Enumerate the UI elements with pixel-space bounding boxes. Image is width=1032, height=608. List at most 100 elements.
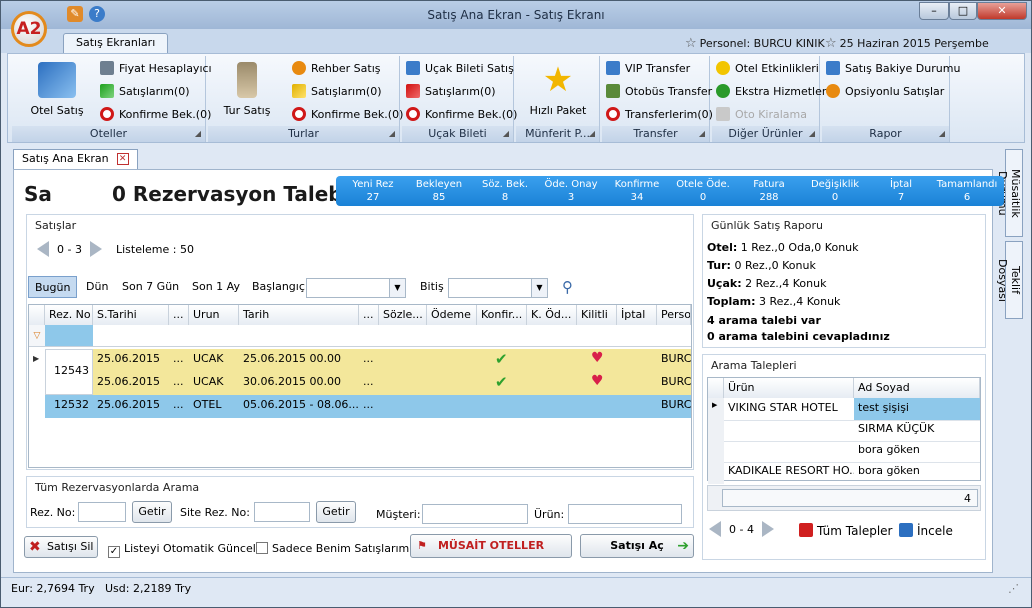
musait-oteller-button[interactable]: ⚑ MÜSAİT OTELLER bbox=[410, 534, 572, 558]
side-tab-teklif[interactable]: Teklif Dosyası bbox=[996, 241, 1023, 319]
satis-bakiye-button[interactable]: Satış Bakiye Durumu bbox=[826, 58, 960, 78]
side-tab-musaitlik[interactable]: Müsaitlik Durumu bbox=[996, 149, 1023, 237]
stat-badge[interactable]: Fatura 288 bbox=[732, 176, 806, 206]
req-urun[interactable]: VIKING STAR HOTEL bbox=[724, 398, 854, 421]
transferlerim-button[interactable]: Transferlerim(0) bbox=[606, 104, 713, 124]
col-urun[interactable]: Ürün bbox=[724, 378, 854, 398]
ucak-bileti-satis-button[interactable]: Uçak Bileti Satış bbox=[406, 58, 514, 78]
getir-button[interactable]: Getir bbox=[132, 501, 172, 523]
dialog-launcher-icon[interactable]: ◢ bbox=[195, 126, 201, 142]
close-button[interactable]: ✕ bbox=[977, 2, 1027, 20]
delete-sale-button[interactable]: ✖ Satışı Sil bbox=[24, 536, 98, 558]
musteri-input[interactable] bbox=[422, 504, 528, 524]
req-urun[interactable]: KADIKALE RESORT HO... bbox=[724, 461, 854, 484]
stat-badge[interactable]: Tamamlandı 6 bbox=[930, 176, 1004, 206]
col-header[interactable]: İptal bbox=[617, 305, 657, 325]
hizli-paket-button[interactable]: ★ Hızlı Paket bbox=[520, 60, 596, 117]
ucak-konfirme-button[interactable]: Konfirme Bek.(0) bbox=[406, 104, 517, 124]
dialog-launcher-icon[interactable]: ◢ bbox=[939, 126, 945, 142]
req-adsoyad[interactable]: bora göken bbox=[854, 440, 980, 463]
filter-son1ay[interactable]: Son 1 Ay bbox=[186, 276, 246, 298]
tur-konfirme-button[interactable]: Konfirme Bek.(0) bbox=[292, 104, 403, 124]
next-page-icon[interactable] bbox=[761, 521, 774, 537]
req-adsoyad[interactable]: bora göken bbox=[854, 461, 980, 484]
col-header[interactable]: Perso bbox=[657, 305, 691, 325]
otel-etkinlikleri-button[interactable]: Otel Etkinlikleri bbox=[716, 58, 819, 78]
prev-page-icon[interactable] bbox=[709, 521, 721, 537]
col-header[interactable]: Konfir... bbox=[477, 305, 527, 325]
ucak-satislarim-button[interactable]: Satışlarım(0) bbox=[406, 81, 496, 101]
opsiyonlu-satislar-button[interactable]: Opsiyonlu Satışlar bbox=[826, 81, 944, 101]
stat-badge[interactable]: Bekleyen 85 bbox=[402, 176, 476, 206]
start-date-combo[interactable]: ▼ bbox=[306, 278, 406, 298]
dialog-launcher-icon[interactable]: ◢ bbox=[809, 126, 815, 142]
tur-satis-button[interactable]: Tur Satış bbox=[212, 60, 282, 117]
otel-satis-button[interactable]: Otel Satış bbox=[16, 60, 98, 117]
col-header[interactable]: K. Öd... bbox=[527, 305, 577, 325]
rehber-satis-button[interactable]: Rehber Satış bbox=[292, 58, 380, 78]
col-header[interactable]: Sözle... bbox=[379, 305, 427, 325]
next-page-icon[interactable] bbox=[89, 241, 102, 257]
dialog-launcher-icon[interactable]: ◢ bbox=[503, 126, 509, 142]
col-header[interactable]: Rez. No bbox=[45, 305, 93, 325]
minimize-button[interactable]: – bbox=[919, 2, 949, 20]
urun-input[interactable] bbox=[568, 504, 682, 524]
col-header[interactable]: ... bbox=[359, 305, 379, 325]
fiyat-hesaplayici-button[interactable]: Fiyat Hesaplayıcı bbox=[100, 58, 212, 78]
dialog-launcher-icon[interactable]: ◢ bbox=[389, 126, 395, 142]
filter-bugun[interactable]: Bugün bbox=[28, 276, 78, 298]
col-header[interactable]: S.Tarihi bbox=[93, 305, 169, 325]
stat-badge[interactable]: Söz. Bek. 8 bbox=[468, 176, 542, 206]
req-adsoyad[interactable]: test şişişi bbox=[854, 398, 980, 421]
stat-badge[interactable]: İptal 7 bbox=[864, 176, 938, 206]
req-adsoyad[interactable]: SIRMA KÜÇÜK bbox=[854, 419, 980, 442]
col-adsoyad[interactable]: Ad Soyad bbox=[854, 378, 980, 398]
col-header[interactable]: Kilitli bbox=[577, 305, 617, 325]
otobus-transfer-button[interactable]: Otobüs Transfer bbox=[606, 81, 712, 101]
oto-kiralama-button[interactable]: Oto Kiralama bbox=[716, 104, 807, 124]
checkbox-icon[interactable] bbox=[256, 542, 268, 554]
chevron-down-icon[interactable]: ▼ bbox=[531, 279, 547, 297]
all-requests-button[interactable]: Tüm Talepler bbox=[799, 523, 892, 538]
dialog-launcher-icon[interactable]: ◢ bbox=[699, 126, 705, 142]
otel-konfirme-button[interactable]: Konfirme Bek.(0) bbox=[100, 104, 211, 124]
stat-badge[interactable]: Konfirme 34 bbox=[600, 176, 674, 206]
checkbox-checked-icon[interactable]: ✓ bbox=[108, 546, 120, 558]
getir-site-button[interactable]: Getir bbox=[316, 501, 356, 523]
stat-badge[interactable]: Otele Öde. 0 bbox=[666, 176, 740, 206]
prev-page-icon[interactable] bbox=[37, 241, 49, 257]
otel-satislarim-button[interactable]: Satışlarım(0) bbox=[100, 81, 190, 101]
only-mine-checkbox[interactable]: Sadece Benim Satışlarım bbox=[256, 542, 409, 555]
search-icon[interactable]: ⚲ bbox=[562, 278, 573, 296]
col-header[interactable]: Urun bbox=[189, 305, 239, 325]
end-date-combo[interactable]: ▼ bbox=[448, 278, 548, 298]
ribbon-tab-satis[interactable]: Satış Ekranları bbox=[63, 33, 169, 53]
filter-dun[interactable]: Dün bbox=[80, 276, 114, 298]
rez-no-input[interactable] bbox=[78, 502, 126, 522]
dialog-launcher-icon[interactable]: ◢ bbox=[589, 126, 595, 142]
chevron-down-icon[interactable]: ▼ bbox=[389, 279, 405, 297]
resize-grip-icon[interactable]: ⋰ bbox=[1008, 582, 1019, 595]
col-header[interactable]: Ödeme bbox=[427, 305, 477, 325]
maximize-button[interactable]: □ bbox=[949, 2, 977, 20]
auto-update-checkbox[interactable]: ✓ Listeyi Otomatik Güncelle bbox=[108, 542, 266, 558]
req-urun[interactable] bbox=[724, 440, 854, 463]
filter-son7[interactable]: Son 7 Gün bbox=[116, 276, 185, 298]
stat-badge[interactable]: Değişiklik 0 bbox=[798, 176, 872, 206]
filter-icon[interactable]: ▽ bbox=[29, 325, 45, 347]
stat-badge[interactable]: Öde. Onay 3 bbox=[534, 176, 608, 206]
filter-cell[interactable] bbox=[45, 325, 93, 347]
col-header[interactable]: Tarih bbox=[239, 305, 359, 325]
col-header[interactable]: ... bbox=[169, 305, 189, 325]
doc-tab-satis-ana-ekran[interactable]: Satış Ana Ekran ✕ bbox=[13, 149, 138, 169]
req-urun[interactable] bbox=[724, 419, 854, 442]
satisi-ac-button[interactable]: Satışı Aç ➔ bbox=[580, 534, 694, 558]
inspect-button[interactable]: İncele bbox=[899, 523, 953, 538]
close-tab-icon[interactable]: ✕ bbox=[116, 153, 129, 165]
vip-transfer-button[interactable]: VIP Transfer bbox=[606, 58, 690, 78]
filter-row[interactable] bbox=[93, 325, 691, 347]
tur-satislarim-button[interactable]: Satışlarım(0) bbox=[292, 81, 382, 101]
stat-badge[interactable]: Yeni Rez 27 bbox=[336, 176, 410, 206]
site-rez-input[interactable] bbox=[254, 502, 310, 522]
ekstra-hizmetler-button[interactable]: Ekstra Hizmetler bbox=[716, 81, 826, 101]
